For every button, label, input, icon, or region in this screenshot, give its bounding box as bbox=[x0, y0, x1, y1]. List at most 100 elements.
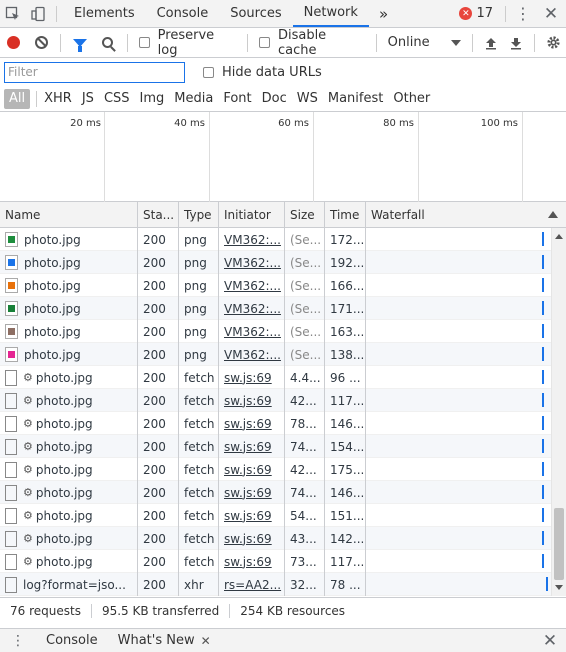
type-css[interactable]: CSS bbox=[99, 89, 135, 109]
cell-initiator[interactable]: sw.js:69 bbox=[219, 481, 285, 504]
scroll-down-icon[interactable] bbox=[555, 585, 563, 590]
drawer-tab-whats-new[interactable]: What's New ✕ bbox=[108, 633, 221, 648]
type-media[interactable]: Media bbox=[169, 89, 218, 109]
cell-waterfall[interactable] bbox=[366, 573, 550, 596]
hide-data-urls-checkbox[interactable]: Hide data URLs bbox=[197, 65, 322, 80]
column-header-time[interactable]: Time bbox=[325, 202, 366, 227]
checkbox-box[interactable] bbox=[203, 66, 214, 78]
inspect-element-icon[interactable] bbox=[0, 0, 26, 27]
filter-toggle-button[interactable] bbox=[66, 29, 94, 57]
cell-initiator[interactable]: VM362:... bbox=[219, 274, 285, 297]
table-row[interactable]: photo.jpg 200 png VM362:... (Se... 192... bbox=[0, 251, 566, 274]
column-header-initiator[interactable]: Initiator bbox=[219, 202, 285, 227]
table-row[interactable]: photo.jpg 200 png VM362:... (Se... 172... bbox=[0, 228, 566, 251]
cell-waterfall[interactable] bbox=[366, 320, 550, 343]
cell-name[interactable]: ⚙ photo.jpg bbox=[0, 435, 138, 458]
close-drawer-icon[interactable]: ✕ bbox=[534, 631, 566, 651]
type-all[interactable]: All bbox=[4, 88, 31, 109]
column-header-status[interactable]: Sta... bbox=[138, 202, 179, 227]
close-devtools-icon[interactable]: ✕ bbox=[536, 4, 566, 24]
record-button[interactable] bbox=[0, 29, 28, 57]
column-header-type[interactable]: Type bbox=[179, 202, 219, 227]
table-row[interactable]: photo.jpg 200 png VM362:... (Se... 163... bbox=[0, 320, 566, 343]
cell-name[interactable]: photo.jpg bbox=[0, 297, 138, 320]
cell-initiator[interactable]: sw.js:69 bbox=[219, 527, 285, 550]
type-img[interactable]: Img bbox=[135, 89, 170, 109]
type-xhr[interactable]: XHR bbox=[39, 89, 77, 109]
type-js[interactable]: JS bbox=[77, 89, 99, 109]
cell-name[interactable]: ⚙ photo.jpg bbox=[0, 550, 138, 573]
cell-name[interactable]: photo.jpg bbox=[0, 320, 138, 343]
tab-network[interactable]: Network bbox=[292, 0, 369, 27]
cell-waterfall[interactable] bbox=[366, 504, 550, 527]
cell-name[interactable]: ⚙ photo.jpg bbox=[0, 458, 138, 481]
type-doc[interactable]: Doc bbox=[257, 89, 292, 109]
cell-initiator[interactable]: sw.js:69 bbox=[219, 504, 285, 527]
cell-waterfall[interactable] bbox=[366, 343, 550, 366]
cell-waterfall[interactable] bbox=[366, 297, 550, 320]
import-har-icon[interactable] bbox=[478, 29, 504, 57]
checkbox-box[interactable] bbox=[259, 37, 270, 48]
cell-waterfall[interactable] bbox=[366, 550, 550, 573]
column-header-name[interactable]: Name bbox=[0, 202, 138, 227]
cell-name[interactable]: ⚙ photo.jpg bbox=[0, 527, 138, 550]
cell-initiator[interactable]: sw.js:69 bbox=[219, 435, 285, 458]
cell-initiator[interactable]: sw.js:69 bbox=[219, 389, 285, 412]
tab-console[interactable]: Console bbox=[146, 0, 220, 27]
cell-waterfall[interactable] bbox=[366, 274, 550, 297]
scroll-up-icon[interactable] bbox=[555, 234, 563, 239]
table-row[interactable]: ⚙ photo.jpg 200 fetch sw.js:69 73... 117... bbox=[0, 550, 566, 573]
checkbox-box[interactable] bbox=[138, 37, 150, 48]
preserve-log-checkbox[interactable]: Preserve log bbox=[133, 28, 237, 58]
filter-input[interactable] bbox=[4, 61, 185, 83]
cell-initiator[interactable]: VM362:... bbox=[219, 251, 285, 274]
column-header-waterfall[interactable]: Waterfall bbox=[366, 202, 566, 227]
cell-name[interactable]: photo.jpg bbox=[0, 274, 138, 297]
cell-name[interactable]: photo.jpg bbox=[0, 343, 138, 366]
gear-icon[interactable] bbox=[540, 29, 566, 57]
cell-initiator[interactable]: sw.js:69 bbox=[219, 550, 285, 573]
table-row[interactable]: ⚙ photo.jpg 200 fetch sw.js:69 78... 146... bbox=[0, 412, 566, 435]
cell-initiator[interactable]: VM362:... bbox=[219, 228, 285, 251]
cell-waterfall[interactable] bbox=[366, 458, 550, 481]
cell-name[interactable]: ⚙ photo.jpg bbox=[0, 412, 138, 435]
cell-name[interactable]: ⚙ photo.jpg bbox=[0, 366, 138, 389]
cell-initiator[interactable]: sw.js:69 bbox=[219, 366, 285, 389]
clear-button[interactable] bbox=[28, 29, 56, 57]
cell-initiator[interactable]: VM362:... bbox=[219, 297, 285, 320]
table-row[interactable]: ⚙ photo.jpg 200 fetch sw.js:69 54... 151... bbox=[0, 504, 566, 527]
close-tab-icon[interactable]: ✕ bbox=[201, 634, 211, 648]
table-row[interactable]: log?format=jso... 200 xhr rs=AA2... 32... 78 … bbox=[0, 573, 566, 596]
table-row[interactable]: ⚙ photo.jpg 200 fetch sw.js:69 42... 117... bbox=[0, 389, 566, 412]
cell-initiator[interactable]: rs=AA2... bbox=[219, 573, 285, 596]
cell-waterfall[interactable] bbox=[366, 251, 550, 274]
more-options-icon[interactable]: ⋮ bbox=[510, 4, 536, 23]
cell-name[interactable]: ⚙ photo.jpg bbox=[0, 481, 138, 504]
cell-waterfall[interactable] bbox=[366, 228, 550, 251]
table-row[interactable]: ⚙ photo.jpg 200 fetch sw.js:69 4.4... 96 ... bbox=[0, 366, 566, 389]
table-row[interactable]: ⚙ photo.jpg 200 fetch sw.js:69 74... 154... bbox=[0, 435, 566, 458]
more-tabs-icon[interactable]: » bbox=[369, 5, 398, 23]
requests-scrollbar[interactable] bbox=[551, 228, 566, 596]
table-row[interactable]: photo.jpg 200 png VM362:... (Se... 138... bbox=[0, 343, 566, 366]
type-manifest[interactable]: Manifest bbox=[323, 89, 388, 109]
cell-name[interactable]: log?format=jso... bbox=[0, 573, 138, 596]
disable-cache-checkbox[interactable]: Disable cache bbox=[253, 28, 368, 58]
error-counter[interactable]: ✕ 17 bbox=[451, 6, 501, 21]
table-row[interactable]: ⚙ photo.jpg 200 fetch sw.js:69 43... 142... bbox=[0, 527, 566, 550]
cell-initiator[interactable]: VM362:... bbox=[219, 343, 285, 366]
search-button[interactable] bbox=[94, 29, 122, 57]
tab-sources[interactable]: Sources bbox=[219, 0, 292, 27]
cell-waterfall[interactable] bbox=[366, 435, 550, 458]
table-row[interactable]: photo.jpg 200 png VM362:... (Se... 166... bbox=[0, 274, 566, 297]
device-toolbar-icon[interactable] bbox=[26, 0, 52, 27]
scrollbar-thumb[interactable] bbox=[554, 508, 564, 580]
throttling-select[interactable]: Online bbox=[382, 35, 467, 50]
table-row[interactable]: ⚙ photo.jpg 200 fetch sw.js:69 74... 146... bbox=[0, 481, 566, 504]
type-ws[interactable]: WS bbox=[292, 89, 323, 109]
cell-name[interactable]: ⚙ photo.jpg bbox=[0, 389, 138, 412]
drawer-menu-icon[interactable]: ⋮ bbox=[0, 633, 36, 649]
cell-initiator[interactable]: sw.js:69 bbox=[219, 412, 285, 435]
tab-elements[interactable]: Elements bbox=[63, 0, 146, 27]
cell-waterfall[interactable] bbox=[366, 527, 550, 550]
